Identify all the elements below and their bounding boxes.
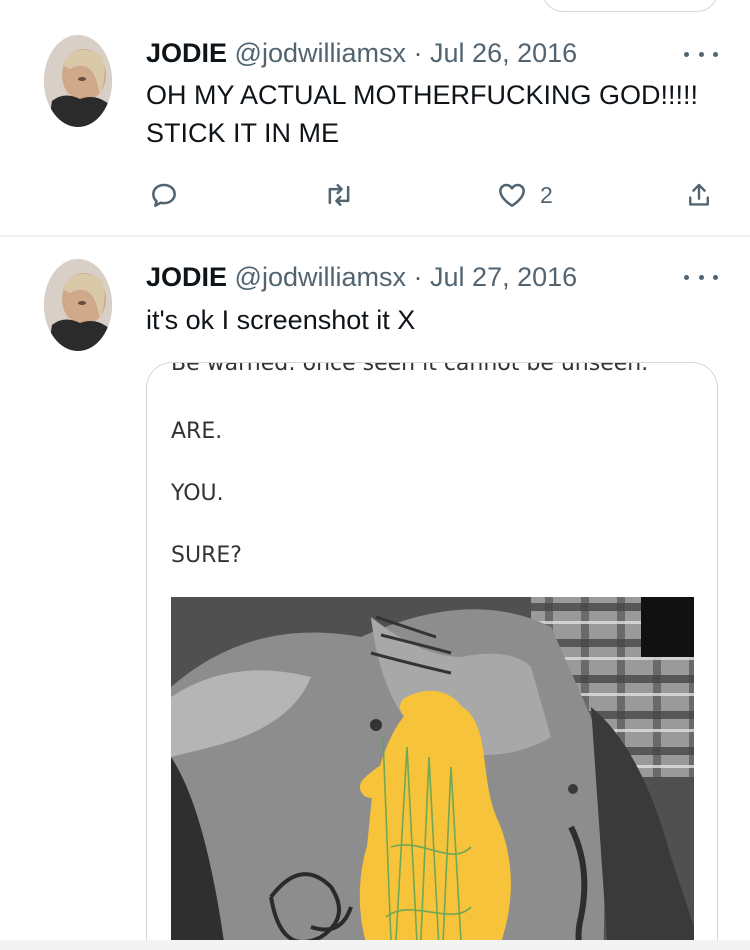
more-options-icon[interactable] xyxy=(684,267,718,287)
author-name[interactable]: JODIE xyxy=(146,38,227,68)
avatar[interactable] xyxy=(44,35,112,127)
tweet-header: JODIE @jodwilliamsx · Jul 26, 2016 xyxy=(146,36,577,70)
tweet-date[interactable]: Jul 27, 2016 xyxy=(430,262,577,292)
tweet-actions: 2 xyxy=(0,175,750,215)
retweet-button[interactable] xyxy=(322,175,356,215)
retweet-icon xyxy=(322,179,356,211)
bottom-bar xyxy=(0,940,750,950)
more-options-icon[interactable] xyxy=(684,44,718,64)
share-button[interactable] xyxy=(684,175,714,215)
author-name[interactable]: JODIE xyxy=(146,262,227,292)
tweet-date[interactable]: Jul 26, 2016 xyxy=(430,38,577,68)
header-separator: · xyxy=(413,262,423,292)
share-icon xyxy=(684,179,714,211)
media-card[interactable]: Be warned: once seen it cannot be unseen… xyxy=(146,362,718,950)
like-button[interactable]: 2 xyxy=(496,175,553,215)
screenshot-text-line: Be warned: once seen it cannot be unseen… xyxy=(171,362,649,376)
tweet-text-line: OH MY ACTUAL MOTHERFUCKING GOD!!!!! xyxy=(146,80,699,110)
tweet[interactable]: JODIE @jodwilliamsx · Jul 26, 2016 OH MY… xyxy=(0,0,750,237)
screenshot-text-line: SURE? xyxy=(171,543,242,568)
tweet-text: it's ok I screenshot it X xyxy=(146,301,415,339)
avatar[interactable] xyxy=(44,259,112,351)
screenshot-text-line: YOU. xyxy=(171,481,224,506)
tweet-text-line: it's ok I screenshot it X xyxy=(146,305,416,335)
tweet-header: JODIE @jodwilliamsx · Jul 27, 2016 xyxy=(146,260,577,294)
header-separator: · xyxy=(413,38,423,68)
reply-icon xyxy=(148,179,180,211)
tweet-text-line: STICK IT IN ME xyxy=(146,118,340,148)
author-handle[interactable]: @jodwilliamsx xyxy=(235,38,406,68)
author-handle[interactable]: @jodwilliamsx xyxy=(235,262,406,292)
tweet-text: OH MY ACTUAL MOTHERFUCKING GOD!!!!! STIC… xyxy=(146,76,698,152)
censored-photo[interactable] xyxy=(171,597,694,950)
reply-button[interactable] xyxy=(148,175,180,215)
screenshot-text-line: ARE. xyxy=(171,419,223,444)
heart-icon xyxy=(496,179,528,211)
like-count: 2 xyxy=(540,181,553,208)
